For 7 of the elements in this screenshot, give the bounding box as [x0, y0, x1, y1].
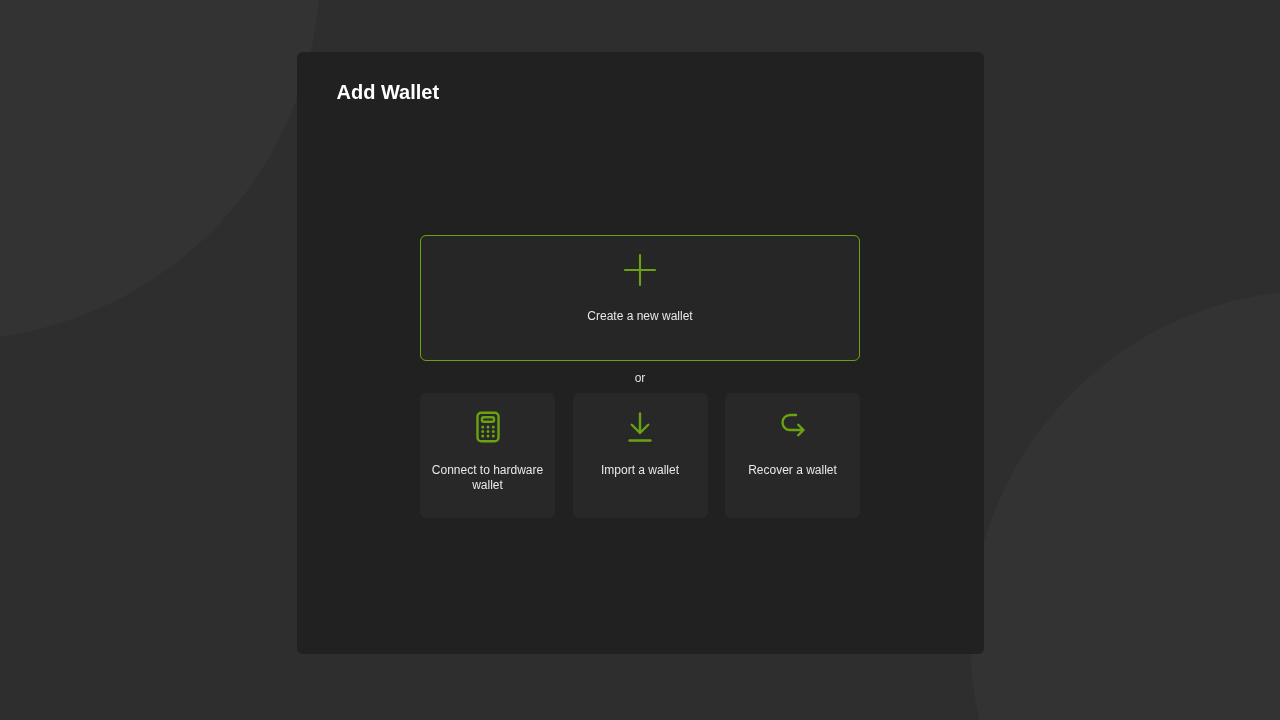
wallet-option-card[interactable]: Connect to hardware wallet [420, 393, 555, 518]
create-wallet-option[interactable]: Create a new wallet [420, 235, 860, 361]
dialog-title: Add Wallet [336, 80, 440, 105]
or-separator: or [634, 370, 646, 387]
plus-icon [622, 252, 658, 288]
wallet-option-card[interactable]: Recover a wallet [725, 393, 860, 518]
wallet-option-card[interactable]: Import a wallet [572, 393, 708, 518]
